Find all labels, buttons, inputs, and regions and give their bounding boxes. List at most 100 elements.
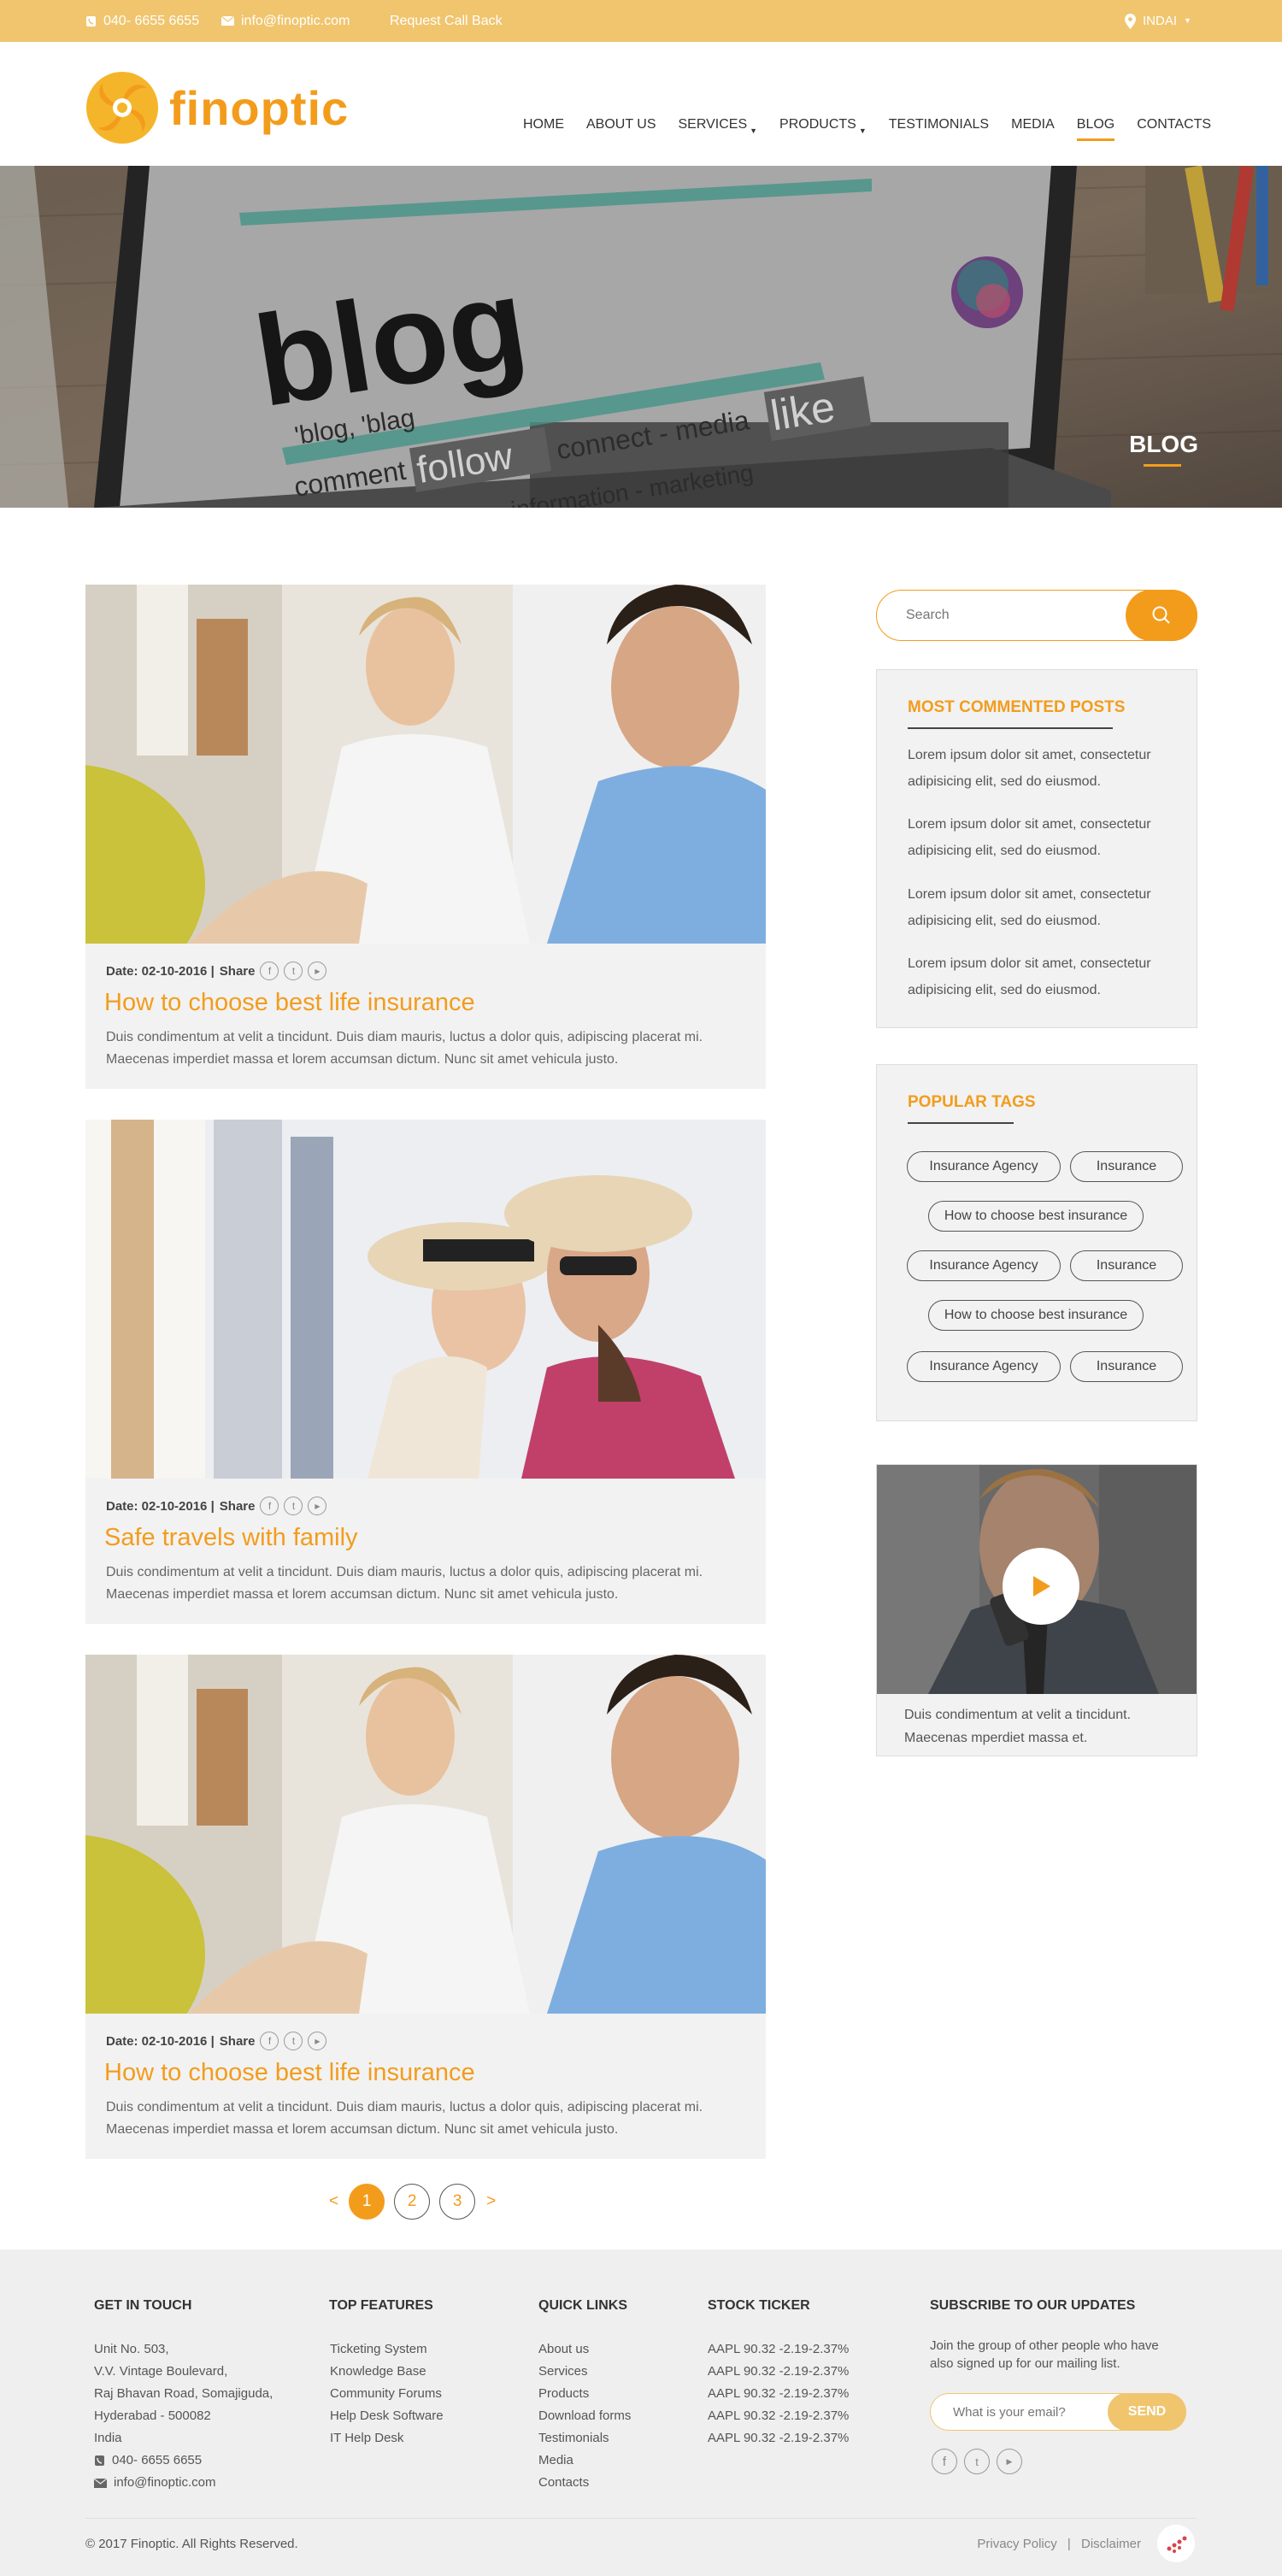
tag-chip[interactable]: How to choose best insurance xyxy=(928,1300,1144,1331)
nav-item-media[interactable]: MEDIA xyxy=(1011,117,1055,132)
chevron-down-icon: ▼ xyxy=(1184,16,1191,25)
post-image[interactable] xyxy=(85,1655,766,2014)
feature-link[interactable]: IT Help Desk xyxy=(330,2427,444,2450)
quick-link[interactable]: Testimonials xyxy=(538,2427,631,2450)
most-commented-line: Lorem ipsum dolor sit amet, consectetur xyxy=(908,817,1151,832)
email-field[interactable] xyxy=(931,2394,1110,2430)
nav-item-contacts[interactable]: CONTACTS xyxy=(1137,117,1211,132)
scroll-top-icon xyxy=(1167,2536,1187,2553)
location-pin-icon xyxy=(1125,13,1136,29)
search-button[interactable] xyxy=(1126,590,1197,641)
most-commented-line: adipisicing elit, sed do eiusmod. xyxy=(908,983,1101,997)
popular-tags-title: POPULAR TAGS xyxy=(908,1093,1036,1111)
quick-link[interactable]: Products xyxy=(538,2383,631,2405)
most-commented-item[interactable]: Lorem ipsum dolor sit amet, consectetur a… xyxy=(908,811,1181,864)
twitter-icon[interactable]: t xyxy=(284,962,303,980)
twitter-icon[interactable]: t xyxy=(964,2449,990,2474)
post-image[interactable] xyxy=(85,585,766,944)
twitter-icon[interactable]: t xyxy=(284,1497,303,1515)
request-callback-link[interactable]: Request Call Back xyxy=(390,0,503,42)
most-commented-item[interactable]: Lorem ipsum dolor sit amet, consectetur a… xyxy=(908,881,1181,934)
video-thumbnail[interactable] xyxy=(877,1465,1197,1694)
footer-divider xyxy=(85,2518,1197,2519)
nav-item-testimonials[interactable]: TESTIMONIALS xyxy=(889,117,989,132)
most-commented-item[interactable]: Lorem ipsum dolor sit amet, consectetur a… xyxy=(908,742,1181,795)
facebook-icon[interactable]: f xyxy=(260,1497,279,1515)
country-selector[interactable]: INDAI ▼ xyxy=(1125,0,1191,42)
post-excerpt: Duis condimentum at velit a tincidunt. D… xyxy=(106,1561,756,1606)
page-2-button[interactable]: 2 xyxy=(394,2184,431,2220)
tag-chip[interactable]: Insurance Agency xyxy=(907,1351,1061,1382)
topbar-phone[interactable]: 040- 6655 6655 xyxy=(85,0,199,42)
hero-banner: blog 'blog, 'blag comment follow connect… xyxy=(0,166,1282,508)
tag-chip[interactable]: Insurance xyxy=(1070,1351,1183,1382)
post-excerpt-line: Maecenas imperdiet massa et lorem accums… xyxy=(106,1052,619,1067)
site-footer: GET IN TOUCH Unit No. 503, V.V. Vintage B… xyxy=(0,2250,1282,2576)
quick-link[interactable]: Media xyxy=(538,2450,631,2472)
facebook-icon[interactable]: f xyxy=(260,2032,279,2050)
topbar-email[interactable]: info@finoptic.com xyxy=(221,0,350,42)
address-line: Raj Bhavan Road, Somajiguda, xyxy=(94,2386,273,2401)
post-meta: Date: 02-10-2016 | Share f t ▶ xyxy=(106,2032,327,2050)
post-image[interactable] xyxy=(85,1120,766,1479)
nav-item-blog[interactable]: BLOG xyxy=(1076,117,1115,141)
quick-link[interactable]: Services xyxy=(538,2361,631,2383)
footer-email[interactable]: info@finoptic.com xyxy=(94,2472,215,2494)
quick-link[interactable]: Download forms xyxy=(538,2405,631,2427)
prev-page-button[interactable]: < xyxy=(329,2192,338,2211)
nav-item-services[interactable]: SERVICES ▼ xyxy=(678,117,758,135)
post-excerpt-line: Maecenas imperdiet massa et lorem accums… xyxy=(106,1587,619,1602)
tag-chip[interactable]: Insurance xyxy=(1070,1250,1183,1281)
disclaimer-link[interactable]: Disclaimer xyxy=(1081,2537,1141,2551)
next-page-button[interactable]: > xyxy=(486,2192,496,2211)
nav-item-home[interactable]: HOME xyxy=(523,117,564,132)
logo[interactable]: finoptic xyxy=(85,71,349,144)
page-1-button[interactable]: 1 xyxy=(349,2184,385,2220)
facebook-icon[interactable]: f xyxy=(932,2449,957,2474)
social-links: f t ▶ xyxy=(932,2449,1022,2474)
youtube-icon[interactable]: ▶ xyxy=(997,2449,1022,2474)
nav-item-products[interactable]: PRODUCTS ▼ xyxy=(779,117,867,135)
feature-link[interactable]: Knowledge Base xyxy=(330,2361,444,2383)
subscribe-title: SUBSCRIBE TO OUR UPDATES xyxy=(930,2298,1136,2313)
page-3-button[interactable]: 3 xyxy=(439,2184,476,2220)
post-title[interactable]: How to choose best life insurance xyxy=(104,2059,475,2087)
youtube-icon[interactable]: ▶ xyxy=(308,2032,327,2050)
feature-link[interactable]: Help Desk Software xyxy=(330,2405,444,2427)
send-button[interactable]: SEND xyxy=(1108,2393,1186,2431)
most-commented-line: Lorem ipsum dolor sit amet, consectetur xyxy=(908,748,1151,762)
address-block: Unit No. 503, V.V. Vintage Boulevard, Raj … xyxy=(94,2338,273,2450)
tag-chip[interactable]: How to choose best insurance xyxy=(928,1201,1144,1232)
tag-chip[interactable]: Insurance Agency xyxy=(907,1151,1061,1182)
address-line: Unit No. 503, xyxy=(94,2342,169,2356)
post-meta: Date: 02-10-2016 | Share f t ▶ xyxy=(106,962,327,980)
video-widget: Duis condimentum at velit a tincidunt. M… xyxy=(876,1464,1197,1756)
nav-item-label: MEDIA xyxy=(1011,117,1055,132)
post-title[interactable]: Safe travels with family xyxy=(104,1524,358,1552)
back-to-top-button[interactable] xyxy=(1157,2525,1195,2562)
top-features-title: TOP FEATURES xyxy=(329,2298,433,2313)
feature-link[interactable]: Ticketing System xyxy=(330,2338,444,2361)
tag-chip[interactable]: Insurance Agency xyxy=(907,1250,1061,1281)
post-date: Date: 02-10-2016 | xyxy=(106,1498,215,1514)
privacy-policy-link[interactable]: Privacy Policy xyxy=(977,2537,1056,2551)
quick-link[interactable]: Contacts xyxy=(538,2472,631,2494)
most-commented-item[interactable]: Lorem ipsum dolor sit amet, consectetur a… xyxy=(908,950,1181,1003)
footer-phone[interactable]: 040- 6655 6655 xyxy=(94,2450,202,2472)
quick-link[interactable]: About us xyxy=(538,2338,631,2361)
feature-link[interactable]: Community Forums xyxy=(330,2383,444,2405)
nav-item-label: SERVICES xyxy=(678,117,748,132)
play-button[interactable] xyxy=(1003,1548,1079,1625)
search-input[interactable] xyxy=(877,591,1133,640)
tag-chip[interactable]: Insurance xyxy=(1070,1151,1183,1182)
nav-item-about-us[interactable]: ABOUT US xyxy=(586,117,656,132)
twitter-icon[interactable]: t xyxy=(284,2032,303,2050)
facebook-icon[interactable]: f xyxy=(260,962,279,980)
post-meta: Date: 02-10-2016 | Share f t ▶ xyxy=(106,1497,327,1515)
most-commented-line: Lorem ipsum dolor sit amet, consectetur xyxy=(908,956,1151,971)
youtube-icon[interactable]: ▶ xyxy=(308,1497,327,1515)
post-title[interactable]: How to choose best life insurance xyxy=(104,989,475,1017)
logo-text: finoptic xyxy=(169,80,350,135)
youtube-icon[interactable]: ▶ xyxy=(308,962,327,980)
subscribe-text: Join the group of other people who have … xyxy=(930,2337,1159,2373)
